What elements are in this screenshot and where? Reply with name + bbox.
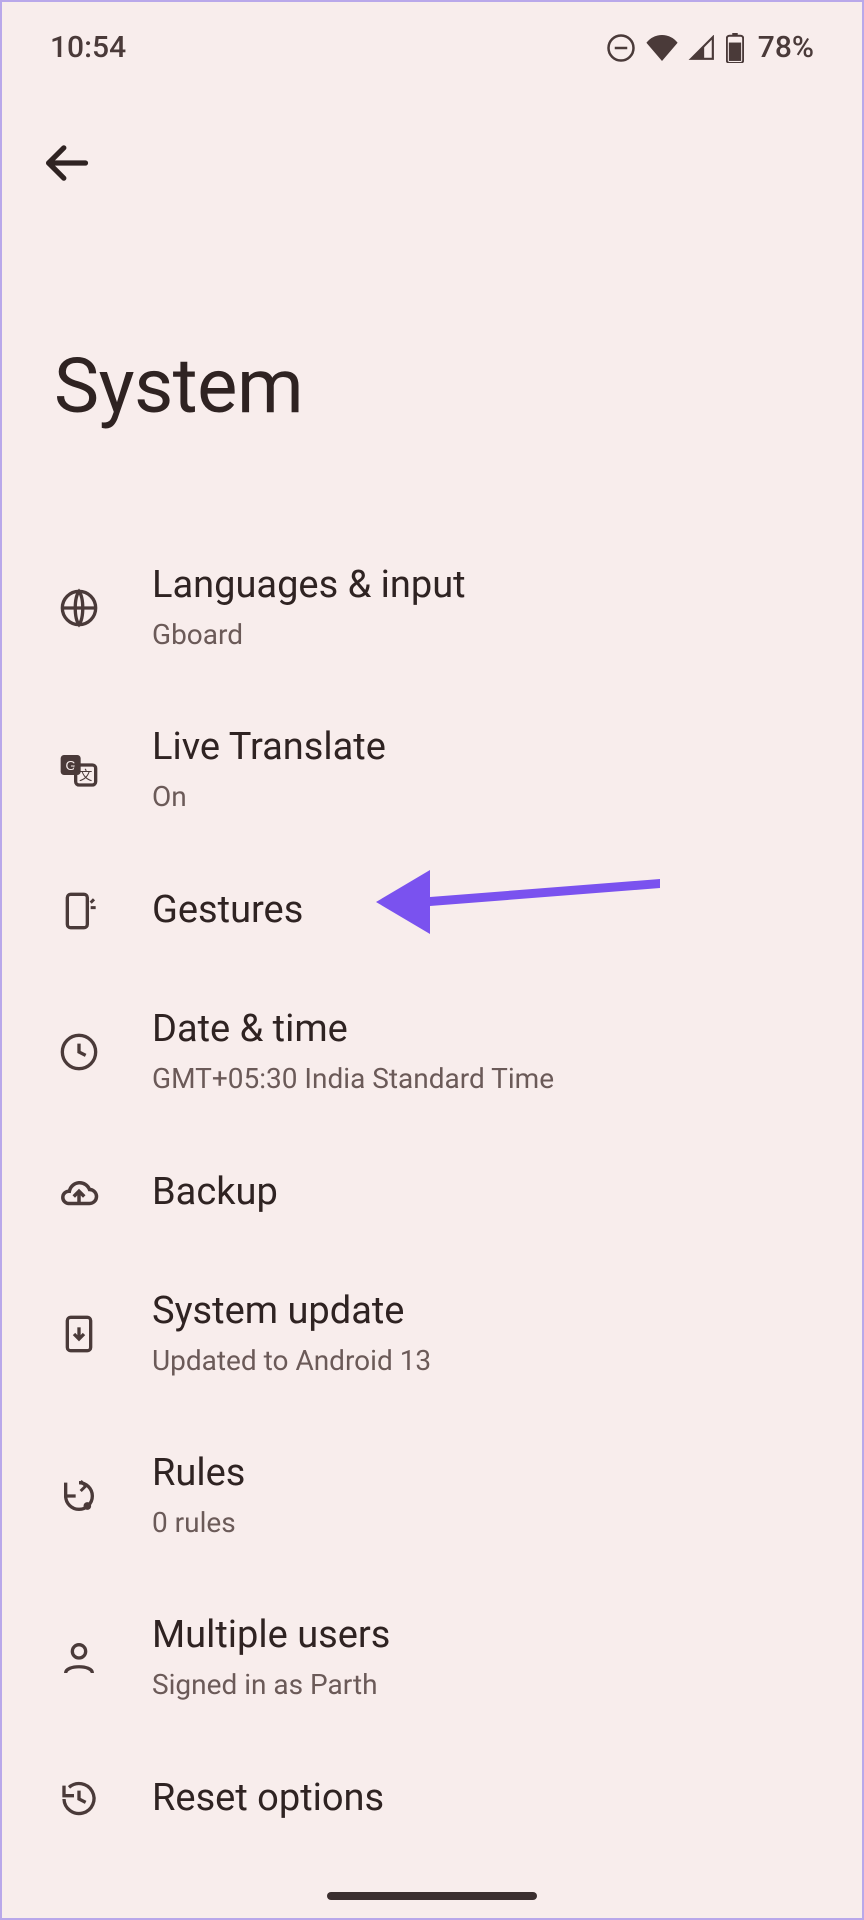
- item-subtitle: Updated to Android 13: [152, 1343, 431, 1379]
- item-date-time[interactable]: Date & time GMT+05:30 India Standard Tim…: [2, 971, 862, 1133]
- svg-text:文: 文: [79, 768, 92, 783]
- item-title: Rules: [152, 1451, 245, 1497]
- item-subtitle: On: [152, 779, 386, 815]
- item-live-translate[interactable]: G文 Live Translate On: [2, 689, 862, 851]
- item-subtitle: 0 rules: [152, 1505, 245, 1541]
- item-subtitle: Signed in as Parth: [152, 1667, 390, 1703]
- rules-icon: [58, 1475, 100, 1517]
- item-multiple-users[interactable]: Multiple users Signed in as Parth: [2, 1577, 862, 1739]
- item-title: Multiple users: [152, 1613, 390, 1659]
- wifi-icon: [646, 35, 678, 61]
- item-subtitle: Gboard: [152, 617, 466, 653]
- status-time: 10:54: [50, 30, 126, 65]
- item-system-update[interactable]: System update Updated to Android 13: [2, 1253, 862, 1415]
- battery-icon: [726, 33, 744, 63]
- item-rules[interactable]: Rules 0 rules: [2, 1415, 862, 1577]
- item-subtitle: GMT+05:30 India Standard Time: [152, 1061, 554, 1097]
- item-title: Backup: [152, 1170, 278, 1216]
- settings-list: Languages & input Gboard G文 Live Transla…: [2, 431, 862, 1859]
- status-bar: 10:54 78%: [2, 2, 862, 65]
- gesture-phone-icon: [58, 890, 100, 932]
- item-backup[interactable]: Backup: [2, 1133, 862, 1253]
- item-title: Languages & input: [152, 563, 466, 609]
- item-title: Date & time: [152, 1007, 554, 1053]
- phone-update-icon: [58, 1313, 100, 1355]
- back-button[interactable]: [40, 174, 92, 193]
- clock-icon: [58, 1031, 100, 1073]
- globe-icon: [58, 587, 100, 629]
- reset-icon: [58, 1778, 100, 1820]
- battery-percent: 78%: [758, 30, 814, 65]
- translate-icon: G文: [58, 749, 100, 791]
- person-icon: [58, 1637, 100, 1679]
- cloud-upload-icon: [58, 1172, 100, 1214]
- status-right: 78%: [606, 30, 814, 65]
- item-reset-options[interactable]: Reset options: [2, 1739, 862, 1859]
- cellular-icon: [688, 35, 716, 61]
- item-title: Reset options: [152, 1776, 384, 1822]
- item-title: System update: [152, 1289, 431, 1335]
- dnd-icon: [606, 33, 636, 63]
- gesture-nav-handle[interactable]: [327, 1892, 537, 1900]
- item-title: Gestures: [152, 888, 303, 934]
- item-title: Live Translate: [152, 725, 386, 771]
- item-gestures[interactable]: Gestures: [2, 851, 862, 971]
- page-title: System: [2, 193, 862, 431]
- item-languages-input[interactable]: Languages & input Gboard: [2, 527, 862, 689]
